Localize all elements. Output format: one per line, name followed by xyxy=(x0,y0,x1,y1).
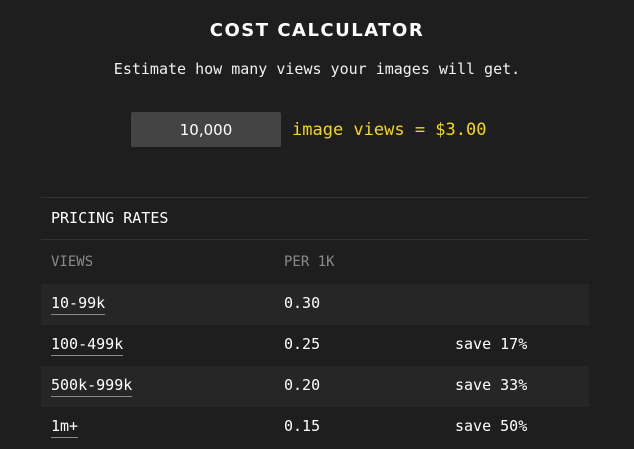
pricing-table: PRICING RATES VIEWS PER 1K 10-99k 0.30 1… xyxy=(41,197,589,448)
column-header-per-1k: PER 1K xyxy=(284,254,335,270)
page-subtitle: Estimate how many views your images will… xyxy=(113,60,521,78)
rate-value: 0.20 xyxy=(284,376,321,394)
pricing-header: PRICING RATES xyxy=(41,198,589,240)
column-headers: VIEWS PER 1K xyxy=(41,240,589,284)
tier-link[interactable]: 500k-999k xyxy=(51,376,133,397)
cost-result-text: image views = $3.00 xyxy=(292,119,487,140)
tier-link[interactable]: 100-499k xyxy=(51,335,124,356)
column-header-views: VIEWS xyxy=(51,254,94,270)
savings-label: save 33% xyxy=(455,376,528,394)
table-row: 10-99k 0.30 xyxy=(41,284,589,325)
rate-value: 0.25 xyxy=(284,335,321,353)
page-title: COST CALCULATOR xyxy=(209,20,425,41)
rate-value: 0.30 xyxy=(284,294,321,312)
rate-value: 0.15 xyxy=(284,417,321,435)
table-row: 500k-999k 0.20 save 33% xyxy=(41,366,589,407)
cost-calculator-page: COST CALCULATOR Estimate how many views … xyxy=(0,0,634,449)
calculator-row: image views = $3.00 xyxy=(131,112,486,147)
savings-label: save 50% xyxy=(455,417,528,435)
cost-result: image views = $3.00 xyxy=(292,120,486,140)
savings-label: save 17% xyxy=(455,335,528,353)
tier-link[interactable]: 1m+ xyxy=(51,417,79,438)
table-row: 100-499k 0.25 save 17% xyxy=(41,325,589,366)
tier-link[interactable]: 10-99k xyxy=(51,294,106,315)
table-row: 1m+ 0.15 save 50% xyxy=(41,407,589,448)
views-input[interactable] xyxy=(131,112,281,147)
